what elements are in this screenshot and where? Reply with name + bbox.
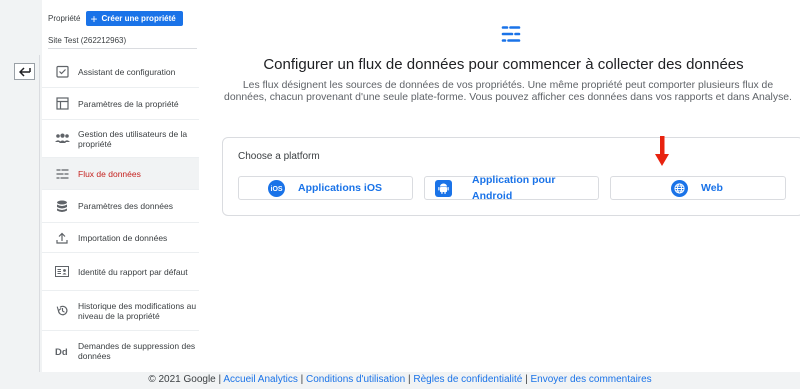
sidebar-item-reporting-identity[interactable]: Identité du rapport par défaut	[42, 253, 199, 291]
sidebar-item-user-management[interactable]: Gestion des utilisateurs de la propriété	[42, 120, 199, 158]
rail-divider	[39, 55, 40, 372]
footer-separator: |	[525, 374, 528, 385]
red-arrow-annotation	[655, 136, 669, 166]
footer-copyright: © 2021 Google |	[148, 374, 222, 385]
property-settings-icon	[54, 96, 70, 112]
globe-icon	[671, 179, 688, 197]
sidebar-item-label: Demandes de suppression des données	[78, 341, 196, 361]
platform-ios-button[interactable]: iOS Applications iOS	[238, 176, 413, 200]
create-property-button[interactable]: + Créer une propriété	[86, 11, 183, 26]
back-arrow-icon	[18, 66, 31, 77]
report-identity-icon	[54, 264, 70, 280]
sidebar-item-label: Historique des modifications au niveau d…	[78, 300, 197, 321]
main-content: Configurer un flux de données pour comme…	[207, 0, 800, 372]
analytics-admin-page: Propriété + Créer une propriété Site Tes…	[0, 0, 800, 389]
svg-text:iOS: iOS	[271, 186, 283, 192]
sidebar-item-setup-assistant[interactable]: Assistant de configuration	[42, 56, 199, 88]
property-header: Propriété + Créer une propriété	[48, 11, 183, 26]
sidebar-item-label: Gestion des utilisateurs de la propriété	[78, 128, 188, 149]
platform-card: Choose a platform iOS Applications iOS A…	[222, 137, 800, 216]
platform-card-title: Choose a platform	[238, 151, 320, 162]
page-description: Les flux désignent les sources de donnée…	[224, 80, 792, 103]
svg-text:Dd: Dd	[55, 347, 68, 356]
property-sidebar: Propriété + Créer une propriété Site Tes…	[42, 0, 207, 372]
platform-android-label: Application pour Android	[472, 174, 556, 202]
footer-separator: |	[300, 374, 304, 385]
footer-link-privacy[interactable]: Règles de confidentialité	[413, 374, 522, 385]
data-streams-hero-icon	[501, 26, 521, 42]
platform-ios-label: Applications iOS	[298, 182, 383, 194]
create-property-label: Créer une propriété	[101, 14, 176, 23]
sidebar-item-property-settings[interactable]: Paramètres de la propriété	[42, 88, 199, 120]
platform-web-button[interactable]: Web	[610, 176, 786, 200]
sidebar-item-change-history[interactable]: Historique des modifications au niveau d…	[42, 291, 199, 331]
sidebar-item-label: Identité du rapport par défaut	[78, 266, 188, 277]
users-icon	[54, 131, 70, 147]
sidebar-item-label: Assistant de configuration	[78, 66, 176, 77]
page-footer: © 2021 Google | Accueil Analytics | Cond…	[0, 374, 800, 385]
plus-icon: +	[90, 11, 98, 26]
sidebar-item-data-settings[interactable]: Paramètres des données	[42, 190, 199, 223]
platform-web-label: Web	[701, 182, 723, 194]
android-icon	[435, 179, 452, 197]
property-label: Propriété	[48, 14, 81, 23]
footer-link-terms[interactable]: Conditions d'utilisation	[306, 374, 405, 385]
sidebar-nav: Assistant de configuration Paramètres de…	[42, 56, 199, 371]
property-divider	[48, 48, 197, 49]
back-button[interactable]	[14, 63, 35, 80]
upload-icon	[54, 230, 70, 246]
property-selector[interactable]: Site Test (262212963)	[48, 36, 126, 45]
data-deletion-icon: Dd	[54, 343, 70, 359]
sidebar-item-label: Paramètres de la propriété	[78, 98, 179, 109]
left-rail	[0, 0, 42, 372]
database-icon	[54, 198, 70, 214]
footer-link-feedback[interactable]: Envoyer des commentaires	[531, 374, 652, 385]
footer-separator: |	[407, 374, 411, 385]
ios-icon: iOS	[268, 179, 285, 197]
data-streams-icon	[54, 166, 70, 182]
sidebar-item-label: Importation de données	[78, 232, 168, 243]
page-title: Configurer un flux de données pour comme…	[263, 56, 744, 73]
platform-android-button[interactable]: Application pour Android	[424, 174, 599, 202]
checklist-icon	[54, 64, 70, 80]
footer-link-analytics-home[interactable]: Accueil Analytics	[223, 374, 297, 385]
sidebar-item-label: Paramètres des données	[78, 201, 173, 211]
sidebar-item-data-import[interactable]: Importation de données	[42, 223, 199, 253]
sidebar-item-data-deletion[interactable]: Dd Demandes de suppression des données	[42, 331, 199, 371]
history-icon	[54, 303, 70, 319]
sidebar-item-label: Flux de données	[78, 168, 141, 179]
sidebar-item-data-streams[interactable]: Flux de données	[42, 158, 199, 190]
